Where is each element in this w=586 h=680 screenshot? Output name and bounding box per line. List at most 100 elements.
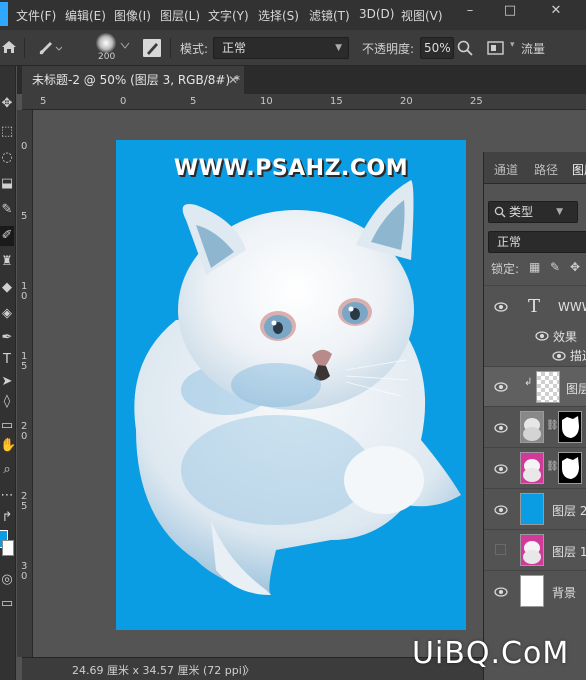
layer-row-masked-gray[interactable]: ⛓ <box>484 406 586 447</box>
lock-paint-icon[interactable]: ✎ <box>550 260 560 274</box>
lasso-tool-icon[interactable]: ◌ <box>0 148 14 168</box>
eraser-tool-icon[interactable]: ◆ <box>0 278 14 298</box>
paint-bucket-tool-icon[interactable]: ◈ <box>0 304 14 324</box>
panel-tabs: 通道 路径 图层 <box>484 152 586 184</box>
menu-type[interactable]: 文字(Y) <box>208 7 249 24</box>
menu-select[interactable]: 选择(S) <box>258 7 299 24</box>
status-menu-arrow[interactable]: 〉 <box>244 662 255 678</box>
chevron-down-icon[interactable]: ▾ <box>510 40 515 50</box>
layer-thumbnail[interactable] <box>520 411 544 443</box>
layer-mask-thumbnail[interactable] <box>558 411 582 443</box>
menu-file[interactable]: 文件(F) <box>16 7 56 24</box>
screen-mode-icon[interactable]: ▭ <box>0 594 14 614</box>
brush-tool-icon[interactable] <box>36 39 62 57</box>
menu-filter[interactable]: 滤镜(T) <box>309 7 350 24</box>
layer-thumbnail[interactable] <box>520 452 544 484</box>
type-tool-icon[interactable]: T <box>0 350 14 370</box>
eye-icon[interactable] <box>494 505 508 515</box>
layer-mask-thumbnail[interactable] <box>558 452 582 484</box>
layer-row-background[interactable]: 背景 <box>484 570 586 611</box>
brush-tool-icon[interactable]: ✐ <box>0 226 14 246</box>
zoom-tool-icon[interactable]: ⌕ <box>0 460 14 480</box>
menu-view[interactable]: 视图(V) <box>401 7 443 24</box>
background-color-swatch[interactable] <box>2 540 14 556</box>
marquee-tool-icon[interactable]: ⬚ <box>0 122 14 142</box>
maximize-button[interactable]: □ <box>490 0 530 22</box>
document-tab[interactable]: 未标题-2 @ 50% (图层 3, RGB/8#) * ✕ <box>22 66 244 94</box>
pen-tool-icon[interactable]: ✒ <box>0 328 14 348</box>
vertical-ruler[interactable]: 0 5 1 0 1 5 2 0 2 5 3 0 <box>17 110 33 657</box>
eye-icon[interactable] <box>494 587 508 597</box>
blend-mode-dropdown[interactable]: 正常 ▼ <box>213 37 349 59</box>
eye-icon[interactable] <box>552 351 566 361</box>
eye-icon[interactable] <box>494 464 508 474</box>
stamp-tool-icon[interactable]: ♜ <box>0 252 14 272</box>
horizontal-ruler[interactable]: 5 0 5 10 15 20 25 <box>22 94 586 110</box>
opacity-input[interactable]: 50% <box>420 37 454 59</box>
layer-row-masked-pink[interactable]: ⛓ <box>484 447 586 488</box>
divider <box>170 38 171 58</box>
ruler-label: 5 <box>40 96 47 107</box>
quick-mask-icon[interactable]: ◎ <box>0 570 14 590</box>
layer-blend-dropdown[interactable]: 正常 <box>488 231 586 253</box>
layer-row-text[interactable]: T WWW <box>484 285 586 326</box>
search-icon[interactable] <box>457 40 473 56</box>
pen-tool-icon[interactable]: ◊ <box>0 392 14 412</box>
close-tab-icon[interactable]: ✕ <box>228 66 238 94</box>
pressure-opacity-icon[interactable] <box>487 40 505 56</box>
tab-layers[interactable]: 图层 <box>572 161 586 178</box>
ruler-label: 15 <box>330 96 343 107</box>
brush-preview-icon[interactable] <box>96 33 116 53</box>
kitten-image <box>134 180 462 595</box>
mode-label: 模式: <box>180 42 209 56</box>
menu-bar: 文件(F) 编辑(E) 图像(I) 图层(L) 文字(Y) 选择(S) 滤镜(T… <box>0 0 586 30</box>
menu-3d[interactable]: 3D(D) <box>359 7 394 21</box>
photoshop-logo-icon[interactable] <box>0 2 8 26</box>
layer-thumbnail[interactable] <box>520 575 544 607</box>
layer-thumbnail[interactable] <box>536 371 560 403</box>
link-icon[interactable]: ⛓ <box>546 420 559 431</box>
layer-row-layer-3[interactable]: ↲ 图层 <box>484 366 586 406</box>
stroke-effect-row[interactable]: 描边 <box>484 346 586 366</box>
tab-paths[interactable]: 路径 <box>534 161 558 178</box>
layer-row-layer-2[interactable]: 图层 2 <box>484 488 586 529</box>
swap-colors-icon[interactable]: ↱ <box>0 508 14 528</box>
eye-icon[interactable] <box>535 331 549 341</box>
eye-icon[interactable] <box>494 423 508 433</box>
chevron-down-icon[interactable] <box>120 42 130 50</box>
rectangle-tool-icon[interactable]: ▭ <box>0 416 14 436</box>
link-icon[interactable]: ⛓ <box>546 461 559 472</box>
blend-mode-value: 正常 <box>222 41 247 55</box>
layer-thumbnail[interactable] <box>520 493 544 525</box>
lock-move-icon[interactable]: ✥ <box>570 260 580 274</box>
ruler-label: 0 <box>120 96 127 107</box>
visibility-toggle-off[interactable] <box>495 544 506 555</box>
layer-row-layer-1[interactable]: 图层 1 <box>484 529 586 570</box>
eye-icon[interactable] <box>494 302 508 312</box>
minimize-button[interactable]: – <box>450 0 490 22</box>
close-window-button[interactable]: ✕ <box>536 0 576 22</box>
home-icon[interactable] <box>1 39 17 55</box>
document-canvas[interactable]: WWW.PSAHZ.COM <box>116 140 466 630</box>
layer-thumbnail[interactable] <box>520 534 544 566</box>
chevron-down-icon: ▼ <box>335 43 342 53</box>
menu-edit[interactable]: 编辑(E) <box>65 7 106 24</box>
menu-layer[interactable]: 图层(L) <box>160 7 200 24</box>
ruler-label: 0 <box>21 141 28 152</box>
tab-channels[interactable]: 通道 <box>494 161 518 178</box>
path-select-tool-icon[interactable]: ➤ <box>0 372 14 392</box>
layer-filter-dropdown[interactable]: 类型 ▼ <box>488 201 578 223</box>
move-tool-icon[interactable]: ✥ <box>0 94 14 114</box>
layer-effects-row[interactable]: 效果 <box>484 326 586 346</box>
kitten-thumbnail <box>523 541 541 564</box>
menu-image[interactable]: 图像(I) <box>114 7 151 24</box>
brush-settings-icon[interactable] <box>142 38 162 58</box>
more-tools-icon[interactable]: ⋯ <box>0 486 14 506</box>
quick-select-tool-icon[interactable]: ⬓ <box>0 174 14 194</box>
mask-shape <box>562 457 579 479</box>
lock-transparent-icon[interactable]: ▦ <box>529 260 540 274</box>
eyedropper-tool-icon[interactable]: ✎ <box>0 200 14 220</box>
eye-icon[interactable] <box>494 382 508 392</box>
hand-tool-icon[interactable]: ✋ <box>0 436 14 456</box>
options-bar: 200 模式: 正常 ▼ 不透明度: 50% ▾ 流量 <box>0 30 586 66</box>
